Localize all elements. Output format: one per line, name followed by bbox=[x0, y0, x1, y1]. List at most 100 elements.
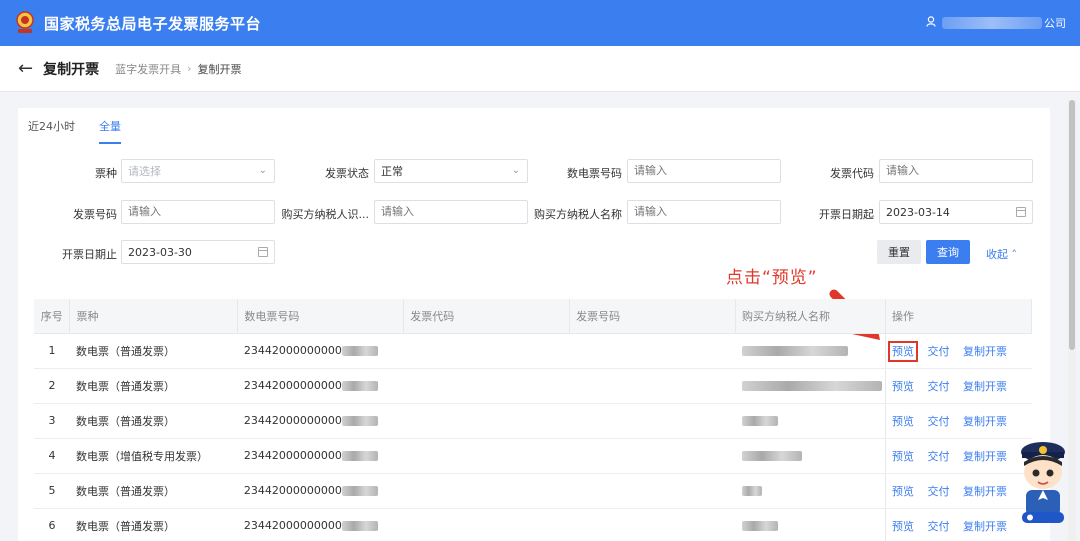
cell-invoice-code bbox=[403, 403, 570, 439]
tab-last-24h[interactable]: 近24小时 bbox=[28, 118, 75, 144]
invoice-type-placeholder: 请选择 bbox=[128, 165, 161, 178]
cell-buyer-name bbox=[735, 368, 886, 404]
deliver-link[interactable]: 交付 bbox=[928, 450, 950, 463]
page-header: ← 复制开票 蓝字发票开具 › 复制开票 bbox=[0, 46, 1080, 92]
date-start-label: 开票日期起 bbox=[819, 208, 874, 221]
e-invoice-no-label: 数电票号码 bbox=[567, 167, 622, 180]
redacted-mark bbox=[741, 451, 802, 461]
date-end-label: 开票日期止 bbox=[62, 248, 117, 261]
copy-issue-link[interactable]: 复制开票 bbox=[963, 415, 1007, 428]
calendar-icon bbox=[1016, 207, 1026, 217]
cell-invoice-no bbox=[569, 438, 736, 474]
row-number: 6 bbox=[34, 508, 70, 541]
user-icon bbox=[926, 16, 936, 30]
cell-invoice-no bbox=[569, 473, 736, 509]
deliver-link[interactable]: 交付 bbox=[928, 520, 950, 533]
column-header: 操作 bbox=[885, 299, 1032, 334]
e-invoice-no-text: 23442000000000 bbox=[243, 379, 342, 392]
cell-invoice-type: 数电票（普通发票） bbox=[69, 403, 238, 439]
column-header: 数电票号码 bbox=[237, 299, 405, 334]
deliver-link[interactable]: 交付 bbox=[928, 345, 950, 358]
cell-invoice-code bbox=[403, 508, 570, 541]
table-row: 2 数电票（普通发票） 23442000000000 预览 交付 复制开票 bbox=[34, 368, 1032, 404]
e-invoice-no-text: 23442000000000 bbox=[243, 484, 342, 497]
copy-issue-link[interactable]: 复制开票 bbox=[963, 380, 1007, 393]
tax-assistant-mascot-icon[interactable] bbox=[1014, 438, 1072, 526]
table-row: 3 数电票（普通发票） 23442000000000 预览 交付 复制开票 bbox=[34, 403, 1032, 439]
invoice-code-input[interactable] bbox=[879, 159, 1033, 183]
copy-issue-link[interactable]: 复制开票 bbox=[963, 345, 1007, 358]
invoice-status-select[interactable]: 正常 ⌄ bbox=[374, 159, 528, 183]
cell-e-invoice-no: 23442000000000 bbox=[237, 368, 404, 404]
collapse-link[interactable]: 收起 ˄ bbox=[986, 246, 1017, 262]
cell-invoice-type: 数电票（普通发票） bbox=[69, 473, 238, 509]
redacted-mark bbox=[741, 346, 848, 356]
redacted-mark bbox=[341, 381, 378, 391]
invoice-status-label: 发票状态 bbox=[325, 167, 369, 180]
column-header: 票种 bbox=[69, 299, 239, 334]
preview-link[interactable]: 预览 bbox=[892, 520, 914, 533]
back-arrow-icon[interactable]: ← bbox=[18, 58, 33, 79]
invoice-type-select[interactable]: 请选择 ⌄ bbox=[121, 159, 275, 183]
e-invoice-no-text: 23442000000000 bbox=[243, 519, 342, 532]
cell-buyer-name bbox=[735, 403, 886, 439]
cell-invoice-no bbox=[569, 333, 736, 369]
e-invoice-no-input[interactable] bbox=[627, 159, 781, 183]
date-end-picker[interactable]: 2023-03-30 bbox=[121, 240, 275, 264]
column-header: 发票号码 bbox=[569, 299, 737, 334]
copy-issue-link[interactable]: 复制开票 bbox=[963, 520, 1007, 533]
e-invoice-no-text: 23442000000000 bbox=[243, 344, 342, 357]
redacted-mark bbox=[341, 521, 378, 531]
cell-operations: 预览 交付 复制开票 bbox=[885, 473, 1032, 509]
invoice-no-input[interactable] bbox=[121, 200, 275, 224]
cell-operations: 预览 交付 复制开票 bbox=[885, 508, 1032, 541]
calendar-icon bbox=[258, 247, 268, 257]
copy-issue-link[interactable]: 复制开票 bbox=[963, 450, 1007, 463]
cell-operations: 预览 交付 复制开票 bbox=[885, 438, 1032, 474]
table-header-row: 序号 票种 数电票号码 发票代码 发票号码 购买方纳税人名称 操作 bbox=[34, 299, 1032, 334]
deliver-link[interactable]: 交付 bbox=[928, 380, 950, 393]
copy-issue-link[interactable]: 复制开票 bbox=[963, 485, 1007, 498]
tab-all[interactable]: 全量 bbox=[99, 118, 121, 144]
buyer-tax-id-input[interactable] bbox=[374, 200, 528, 224]
reset-button[interactable]: 重置 bbox=[877, 240, 921, 264]
preview-link[interactable]: 预览 bbox=[892, 485, 914, 498]
query-button[interactable]: 查询 bbox=[926, 240, 970, 264]
preview-link[interactable]: 预览 bbox=[892, 380, 914, 393]
cell-invoice-no bbox=[569, 368, 736, 404]
redacted-mark bbox=[341, 486, 378, 496]
deliver-link[interactable]: 交付 bbox=[928, 415, 950, 428]
time-range-tabs: 近24小时 全量 bbox=[28, 118, 145, 144]
cell-e-invoice-no: 23442000000000 bbox=[237, 333, 404, 369]
cell-operations: 预览 交付 复制开票 bbox=[885, 403, 1032, 439]
user-name-suffix: 公司 bbox=[1044, 17, 1066, 30]
cell-invoice-code bbox=[403, 333, 570, 369]
buyer-name-input[interactable] bbox=[627, 200, 781, 224]
user-name-redacted bbox=[942, 17, 1042, 29]
cell-buyer-name bbox=[735, 438, 886, 474]
column-header: 序号 bbox=[34, 299, 71, 334]
preview-link[interactable]: 预览 bbox=[892, 415, 914, 428]
table-row: 4 数电票（增值税专用发票） 23442000000000 预览 交付 复制开票 bbox=[34, 438, 1032, 474]
date-start-picker[interactable]: 2023-03-14 bbox=[879, 200, 1033, 224]
invoice-no-label: 发票号码 bbox=[73, 208, 117, 221]
column-header: 购买方纳税人名称 bbox=[735, 299, 887, 334]
preview-link[interactable]: 预览 bbox=[892, 450, 914, 463]
scrollbar-thumb[interactable] bbox=[1069, 100, 1075, 350]
cell-invoice-type: 数电票（增值税专用发票） bbox=[69, 438, 238, 474]
cell-invoice-type: 数电票（普通发票） bbox=[69, 368, 238, 404]
redacted-mark bbox=[741, 416, 778, 426]
redacted-mark bbox=[741, 381, 882, 391]
cell-invoice-no bbox=[569, 403, 736, 439]
deliver-link[interactable]: 交付 bbox=[928, 485, 950, 498]
row-number: 3 bbox=[34, 403, 70, 439]
row-number: 1 bbox=[34, 333, 70, 369]
redacted-mark bbox=[341, 451, 378, 461]
preview-link[interactable]: 预览 bbox=[888, 340, 919, 362]
cell-buyer-name bbox=[735, 508, 886, 541]
top-bar: 国家税务总局电子发票服务平台 公司 bbox=[0, 0, 1080, 46]
breadcrumb-item[interactable]: 蓝字发票开具 bbox=[115, 61, 181, 77]
invoice-code-label: 发票代码 bbox=[830, 167, 874, 180]
cell-invoice-type: 数电票（普通发票） bbox=[69, 508, 238, 541]
user-menu[interactable]: 公司 bbox=[926, 15, 1066, 31]
